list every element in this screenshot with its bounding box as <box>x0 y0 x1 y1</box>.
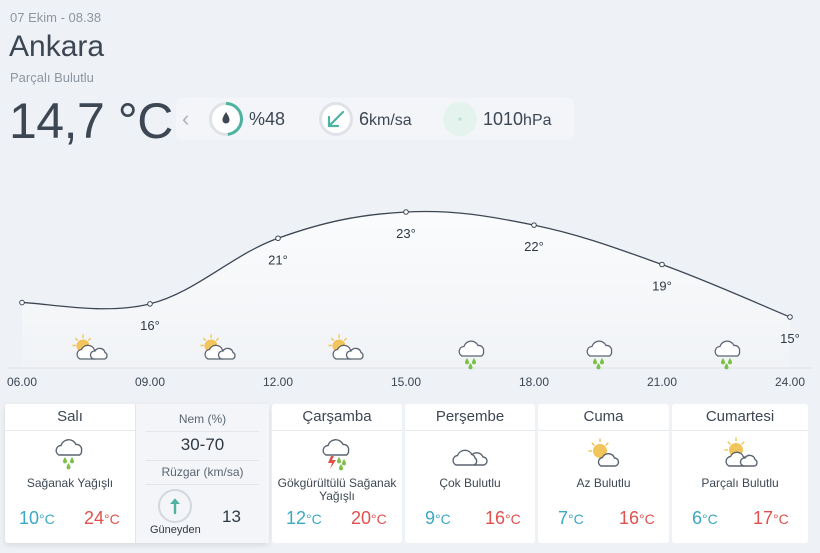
temperature-point <box>787 314 793 320</box>
mostly-sunny-icon <box>587 438 619 467</box>
divider <box>405 430 535 431</box>
pressure-value: 1010hPa <box>483 109 552 130</box>
forecast-low: 6°C <box>692 508 718 528</box>
arrow-up-icon <box>170 498 180 515</box>
x-tick-label: 09.00 <box>135 375 165 389</box>
forecast-card-0[interactable]: Salı Sağanak Yağışlı 10°C 24°C Nem (%) 3… <box>5 404 269 543</box>
forecast-low: 10°C <box>19 508 55 528</box>
forecast-description: Az Bulutlu <box>576 476 631 490</box>
temperature-label: 16° <box>140 318 160 333</box>
wind-number: 6 <box>359 109 370 129</box>
forecast-day: Cumartesi <box>705 408 775 425</box>
temperature-point <box>403 209 409 215</box>
temperature-point <box>19 299 25 306</box>
divider <box>146 484 259 485</box>
forecast-day: Cuma <box>583 408 624 425</box>
forecast-high: 16°C <box>485 508 521 528</box>
forecast-detail-panel: Nem (%) 30-70 Rüzgar (km/sa) Güneyden 13 <box>135 404 269 543</box>
rain-cloud-icon <box>55 439 83 470</box>
divider <box>538 430 669 431</box>
x-tick-label: 21.00 <box>647 375 677 389</box>
forecast-low: 7°C <box>558 508 584 528</box>
hourly-temperature-chart: 16° 21° 23° 22° 19° 15° 06.00 09.00 12.00 15.00 1… <box>0 150 820 395</box>
forecast-day: Perşembe <box>435 408 505 425</box>
thunder-rain-icon <box>322 439 350 471</box>
chart-svg: 16° 21° 23° 22° 19° 15° 06.00 09.00 12.00 15.00 1… <box>7 209 812 389</box>
pressure-gauge <box>443 102 477 136</box>
x-tick-label: 12.00 <box>263 375 293 389</box>
humidity-value: %48 <box>249 109 286 129</box>
x-tick-label: 18.00 <box>519 375 549 389</box>
forecast-day: Salı <box>57 408 83 425</box>
x-tick-label: 15.00 <box>391 375 421 389</box>
temperature-label: 15° <box>780 331 800 346</box>
forecast-description: Çok Bulutlu <box>439 476 501 490</box>
forecast-low: 12°C <box>286 508 322 528</box>
pressure-dot-icon <box>458 117 462 121</box>
forecast-high: 16°C <box>619 508 655 528</box>
partly-cloudy-icon <box>724 437 758 467</box>
forecast-description: Gökgürültülü Sağanak Yağışlı <box>277 476 397 503</box>
temperature-point <box>659 261 665 268</box>
temperature-label: 21° <box>268 252 288 267</box>
forecast-card-4[interactable]: Cumartesi Parçalı Bulutlu 6°C 17°C <box>672 404 808 543</box>
current-metrics-panel: ‹ %48 6km/sa 1010hPa <box>176 98 574 140</box>
divider <box>146 431 259 432</box>
wind-speed: 13 <box>222 507 241 526</box>
cloudy-icon <box>452 449 488 466</box>
forecast-card-1[interactable]: Çarşamba Gökgürültülü Sağanak Yağışlı 12… <box>272 404 402 543</box>
humidity-range: 30-70 <box>180 435 225 454</box>
divider <box>146 460 259 461</box>
forecast-high: 20°C <box>351 508 387 528</box>
pressure-number: 1010 <box>483 109 524 129</box>
city-name: Ankara <box>9 30 105 63</box>
temperature-label: 19° <box>652 279 672 294</box>
wind-gauge <box>319 102 353 136</box>
forecast-high: 24°C <box>84 508 120 528</box>
current-temperature: 14,7 °C <box>9 93 173 149</box>
divider <box>5 430 135 431</box>
temperature-point <box>531 222 537 228</box>
wind-direction: Güneyden <box>150 524 201 536</box>
daily-forecast: Salı Sağanak Yağışlı 10°C 24°C Nem (%) 3… <box>5 404 815 544</box>
temperature-label: 22° <box>524 239 544 254</box>
temperature-label: 23° <box>396 226 416 241</box>
forecast-high: 17°C <box>753 508 789 528</box>
humidity-gauge <box>209 102 243 136</box>
wind-value: 6km/sa <box>359 109 412 130</box>
forecast-card-3[interactable]: Cuma Az Bulutlu 7°C 16°C <box>538 404 669 543</box>
x-tick-label: 24.00 <box>775 375 805 389</box>
wind-label: Rüzgar (km/sa) <box>161 465 244 479</box>
wind-unit: km/sa <box>369 112 412 129</box>
forecast-description: Parçalı Bulutlu <box>701 476 779 490</box>
current-condition: Parçalı Bulutlu <box>10 70 94 85</box>
pressure-unit: hPa <box>523 112 552 129</box>
chevron-left-icon[interactable]: ‹ <box>182 107 200 131</box>
temperature-point <box>275 235 281 242</box>
temperature-point <box>147 301 153 307</box>
forecast-description: Sağanak Yağışlı <box>26 476 114 490</box>
forecast-card-2[interactable]: Perşembe Çok Bulutlu 9°C 16°C <box>405 404 535 543</box>
date-time: 07 Ekim - 08.38 <box>10 10 102 25</box>
forecast-day: Çarşamba <box>302 408 372 425</box>
humidity-label: Nem (%) <box>178 412 227 426</box>
forecast-low: 9°C <box>425 508 451 528</box>
divider <box>672 430 808 431</box>
x-tick-label: 06.00 <box>7 375 37 389</box>
wind-direction-gauge <box>158 489 192 523</box>
divider <box>272 430 402 431</box>
